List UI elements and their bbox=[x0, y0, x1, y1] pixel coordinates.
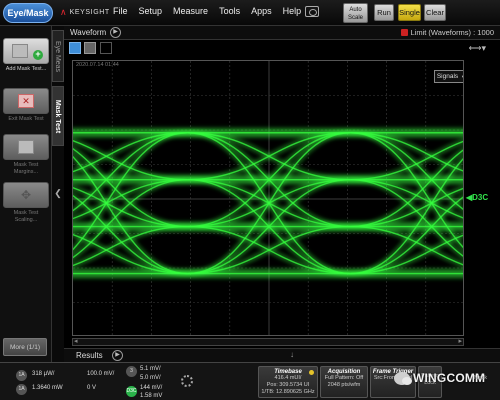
channel-3-block[interactable]: 3 D3C 5.1 mV/ 5.0 mV/ 144 mV/ 1.58 mV bbox=[122, 366, 180, 399]
pin-icon[interactable]: ↓ bbox=[290, 350, 294, 359]
gear-icon[interactable] bbox=[181, 375, 193, 387]
acquisition-points: 2048 pts/wfm bbox=[327, 382, 361, 388]
limit-stop-icon bbox=[400, 29, 408, 36]
signals-label: Signals bbox=[436, 73, 459, 80]
channel-marker-label: D3C bbox=[472, 193, 489, 202]
watermark-sub-label: Mask bbox=[474, 375, 488, 381]
mask-test-margins-tool[interactable]: Mask Test Margins... bbox=[3, 134, 49, 176]
plot-timestamp: 2020.07.14 01:44 bbox=[76, 62, 119, 68]
acquisition-panel[interactable]: Acquisition Full Pattern: Off 2048 pts/w… bbox=[320, 366, 368, 398]
timebase-status-dot bbox=[309, 370, 314, 375]
clear-button[interactable]: Clear bbox=[424, 4, 446, 21]
d3c-scale: 144 mV/ bbox=[140, 385, 163, 391]
autoscale-line2: Scale bbox=[347, 15, 363, 21]
channel-1a-badge: 1A bbox=[16, 370, 27, 381]
menu-file[interactable]: File bbox=[113, 6, 128, 16]
chevron-down-icon: ▾ bbox=[462, 73, 463, 81]
ch3-scale: 5.1 mV/ bbox=[140, 366, 161, 372]
main-menu: File Setup Measure Tools Apps Help bbox=[113, 6, 301, 16]
single-button[interactable]: Single bbox=[398, 4, 421, 21]
add-mask-test-label: Add Mask Test... bbox=[5, 66, 47, 72]
scroll-right-icon[interactable]: ▸ bbox=[458, 337, 462, 345]
ch1-scale: 318 µW/ bbox=[32, 371, 55, 377]
mask-test-scaling-label: Mask Test Scaling... bbox=[13, 210, 39, 223]
single-grid-view-icon[interactable] bbox=[69, 42, 81, 54]
menu-apps[interactable]: Apps bbox=[251, 6, 272, 16]
view-toolbar: ⟷▾ bbox=[64, 40, 500, 58]
eye-diagram-svg bbox=[73, 61, 463, 335]
channel-1a-block[interactable]: 1A 1A 318 µW/ 1.3640 mW 100.0 mV/ 0 V bbox=[2, 366, 120, 398]
waveform-header: Waveform ▶ Limit (Waveforms) : 1000 bbox=[64, 26, 500, 40]
tab-mask-test-label: Mask Test bbox=[54, 99, 62, 133]
tab-mask-test[interactable]: Mask Test bbox=[52, 86, 64, 146]
timebase-position: Pos: 309.5734 UI bbox=[266, 382, 310, 388]
mask-test-margins-button[interactable] bbox=[3, 134, 49, 160]
ch1-vscale: 100.0 mV/ bbox=[87, 371, 115, 377]
horizontal-scrollbar[interactable]: ◂ ▸ bbox=[72, 338, 464, 346]
menu-bar: Eye/Mask ∧ KEYSIGHT File Setup Measure T… bbox=[0, 0, 500, 26]
channel-1a-badge-2: 1A bbox=[16, 384, 27, 395]
exit-mask-test-button[interactable]: ✕ bbox=[3, 88, 49, 114]
limit-text: Limit (Waveforms) : 1000 bbox=[410, 28, 495, 37]
run-button[interactable]: Run bbox=[374, 4, 394, 21]
menu-measure[interactable]: Measure bbox=[173, 6, 208, 16]
scroll-left-icon[interactable]: ◂ bbox=[74, 337, 78, 345]
limit-status: Limit (Waveforms) : 1000 bbox=[400, 28, 495, 37]
margins-icon bbox=[18, 140, 34, 154]
wingcomm-watermark: WINGCOMM bbox=[394, 371, 485, 385]
menu-help[interactable]: Help bbox=[283, 6, 302, 16]
mask-test-margins-label: Mask Test Margins... bbox=[13, 162, 39, 175]
ch1-voffset: 0 V bbox=[87, 385, 97, 391]
waveform-title: Waveform bbox=[70, 28, 107, 37]
results-bar: Results ▶ ↓ bbox=[64, 348, 500, 362]
d3c-offset: 1.58 mV bbox=[140, 393, 163, 399]
exit-mask-test-label: Exit Mask Test bbox=[8, 116, 44, 122]
acquisition-pattern: Full Pattern: Off bbox=[324, 375, 364, 381]
results-play-icon[interactable]: ▶ bbox=[112, 350, 123, 361]
screenshot-camera-icon[interactable] bbox=[305, 6, 319, 17]
signals-dropdown[interactable]: Signals ▾ bbox=[434, 70, 463, 83]
menu-setup[interactable]: Setup bbox=[139, 6, 163, 16]
timebase-rate: 1/TB: 12.890625 GHz bbox=[261, 389, 315, 395]
keysight-wave-icon: ∧ bbox=[60, 7, 67, 17]
results-title: Results bbox=[76, 351, 103, 360]
timebase-panel[interactable]: Timebase 416.4 mUI/ Pos: 309.5734 UI 1/T… bbox=[258, 366, 318, 398]
channel-d3c-marker[interactable]: ◀D3C bbox=[466, 193, 488, 202]
menu-tools[interactable]: Tools bbox=[219, 6, 240, 16]
add-mask-test-button[interactable]: + bbox=[3, 38, 49, 64]
more-button[interactable]: More (1/1) bbox=[3, 338, 47, 356]
eye-diagram-plot[interactable]: 2020.07.14 01:44 Signals ▾ bbox=[72, 60, 464, 336]
tiled-view-icon[interactable] bbox=[84, 42, 96, 54]
channel-d3c-badge: D3C bbox=[126, 386, 137, 397]
autoscale-line1: Auto bbox=[349, 7, 362, 13]
scaling-arrows-icon: ✥ bbox=[20, 188, 32, 202]
mask-sheet-icon bbox=[12, 44, 28, 58]
stacked-view-icon[interactable] bbox=[100, 42, 112, 54]
ch1-offset: 1.3640 mW bbox=[32, 385, 63, 391]
timebase-scale: 416.4 mUI/ bbox=[274, 375, 302, 381]
mask-tool-panel: + Add Mask Test... ✕ Exit Mask Test Mask… bbox=[0, 26, 52, 370]
tab-eye-meas-label: Eye Meas bbox=[54, 40, 62, 72]
horizontal-zoom-icon[interactable]: ⟷▾ bbox=[469, 43, 486, 54]
mask-test-scaling-tool[interactable]: ✥ Mask Test Scaling... bbox=[3, 182, 49, 224]
wechat-icon bbox=[394, 371, 412, 385]
mask-test-scaling-button[interactable]: ✥ bbox=[3, 182, 49, 208]
keysight-logo: ∧ KEYSIGHT bbox=[60, 7, 110, 18]
tab-eye-meas[interactable]: Eye Meas bbox=[52, 30, 64, 82]
autoscale-button[interactable]: Auto Scale bbox=[343, 3, 368, 23]
eye-mask-app-button[interactable]: Eye/Mask bbox=[3, 3, 53, 23]
exit-mask-test-tool[interactable]: ✕ Exit Mask Test bbox=[3, 88, 49, 123]
channel-3-badge: 3 bbox=[126, 366, 137, 377]
add-mask-test-tool[interactable]: + Add Mask Test... bbox=[3, 38, 49, 73]
ch3-offset: 5.0 mV/ bbox=[140, 375, 161, 381]
close-mask-icon: ✕ bbox=[18, 94, 34, 108]
waveform-play-icon[interactable]: ▶ bbox=[110, 27, 121, 38]
plus-icon: + bbox=[33, 50, 43, 60]
collapse-panel-chevron-icon[interactable]: ❮ bbox=[52, 186, 64, 200]
brand-text: KEYSIGHT bbox=[69, 9, 110, 16]
